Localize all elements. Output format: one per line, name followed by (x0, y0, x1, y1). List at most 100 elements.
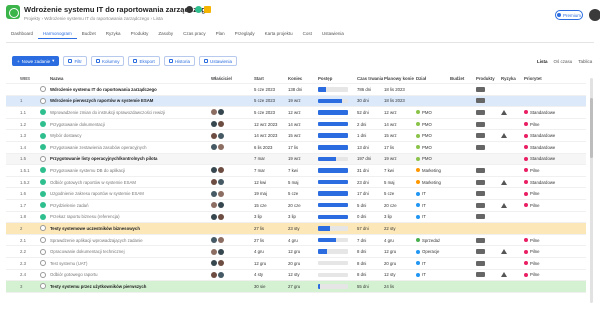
owner-avatars[interactable] (211, 258, 253, 269)
status-icon[interactable] (40, 177, 48, 188)
table-row[interactable]: 1.7 Przydzielenie zadań 15 cze 20 cze 5 dni 2… (6, 200, 586, 212)
tab-9[interactable]: Karta projektu (260, 31, 298, 39)
task-name[interactable]: Test systemu (UAT) (50, 258, 208, 269)
col-risks[interactable]: Ryzyka (501, 74, 521, 83)
status-icon[interactable] (40, 223, 48, 234)
owner-avatars[interactable] (211, 130, 253, 141)
new-task-button[interactable]: + Nowe zadanie ▾ (12, 56, 60, 66)
task-name[interactable]: Uzgodnienie zakresu raportów w systemie … (50, 188, 208, 199)
owner-avatars[interactable] (211, 107, 253, 118)
table-row[interactable]: 1.2 Przygotowanie dokumentacji 12 wrz 2023… (6, 119, 586, 131)
premium-button[interactable]: Premium (555, 10, 583, 20)
tab-6[interactable]: Czas pracy (178, 31, 211, 39)
col-progress[interactable]: Postęp (318, 74, 356, 83)
export-button[interactable]: Eksport (128, 56, 160, 66)
owner-avatars[interactable] (211, 270, 253, 281)
task-name[interactable]: Opracowanie dokumentacji technicznej (50, 246, 208, 257)
status-icon[interactable] (40, 235, 48, 246)
tab-3[interactable]: Ryzyka (101, 31, 126, 39)
task-name[interactable]: Wprowadzenie zmian do instrukcji sprawoz… (50, 107, 208, 118)
task-name[interactable]: Przekaz raportu biznesu (referencja) (50, 212, 208, 223)
owner-avatars[interactable] (211, 142, 253, 153)
history-button[interactable]: Historia (163, 56, 195, 66)
task-name[interactable]: Przygotowanie zestawienia zasobów operac… (50, 142, 208, 153)
status-icon[interactable] (40, 281, 48, 292)
col-wbs[interactable]: WBS (20, 74, 40, 83)
table-row[interactable]: 1.4 Przygotowanie zestawienia zasobów ope… (6, 142, 586, 154)
status-icon[interactable] (40, 165, 48, 176)
col-owner[interactable]: Właściciel (211, 74, 253, 83)
tab-10[interactable]: Cost (298, 31, 317, 39)
view-timeline-tab[interactable]: Oś czasu (554, 59, 573, 64)
status-icon[interactable] (40, 200, 48, 211)
owner-avatars[interactable] (211, 177, 253, 188)
owner-avatars[interactable] (211, 165, 253, 176)
star-icon[interactable] (204, 6, 211, 13)
table-row[interactable]: 1.3 Wybór dostawcy 14 wrz 2023 15 wrz 1 dni 1… (6, 130, 586, 142)
status-icon[interactable] (40, 188, 48, 199)
tab-7[interactable]: Plan (211, 31, 230, 39)
table-row[interactable]: 1.5.1 Przygotowanie systemu DB do aplikac… (6, 165, 586, 177)
user-avatar[interactable] (589, 9, 600, 21)
tab-1[interactable]: Harmonogram (38, 31, 77, 39)
columns-button[interactable]: Kolumny (90, 56, 125, 66)
table-row[interactable]: 1.6 Uzgodnienie zakresu raportów w system… (6, 188, 586, 200)
task-name[interactable]: Testy systemowe uczestników biznesowych (50, 223, 208, 234)
group-row[interactable]: 1.5 Przygotowanie listy operacyjnych/kont… (6, 153, 586, 166)
owner-avatars[interactable] (211, 200, 253, 211)
task-name[interactable]: Wdrożenie systemu IT do raportowania zar… (50, 84, 208, 95)
table-row[interactable]: 2.2 Opracowanie dokumentacji technicznej 4… (6, 246, 586, 258)
task-name[interactable]: Wybór dostawcy (50, 130, 208, 141)
col-priority[interactable]: Priorytet (524, 74, 572, 83)
status-icon[interactable] (40, 246, 48, 257)
table-row[interactable]: 1.8 Przekaz raportu biznesu (referencja) 3… (6, 212, 586, 224)
table-row[interactable]: 1.5.2 Odbiór gotowych raportów w systemie… (6, 177, 586, 189)
table-row[interactable]: 2.1 Sprawdzenie aplikacji wprowadzających… (6, 235, 586, 247)
status-icon[interactable] (40, 130, 48, 141)
info-icon[interactable] (186, 6, 193, 13)
task-name[interactable]: Przygotowanie systemu DB do aplikacji (50, 165, 208, 176)
task-name[interactable]: Odbiór gotowego raportu (50, 270, 208, 281)
task-name[interactable]: Sprawdzenie aplikacji wprowadzających za… (50, 235, 208, 246)
status-icon[interactable] (40, 84, 48, 95)
table-row[interactable]: 1.1 Wprowadzenie zmian do instrukcji spra… (6, 107, 586, 119)
col-department[interactable]: Dział (416, 74, 448, 83)
status-icon[interactable] (40, 154, 48, 165)
vertical-scrollbar[interactable] (590, 78, 593, 303)
col-end[interactable]: Koniec (288, 74, 316, 83)
col-name[interactable]: Nazwa (50, 74, 208, 83)
view-board-tab[interactable]: Tablica (578, 59, 592, 64)
status-icon[interactable] (40, 270, 48, 281)
settings-button[interactable]: Ustawienia (198, 56, 237, 66)
col-planned[interactable]: Planowy koniec (384, 74, 414, 83)
owner-avatars[interactable] (211, 212, 253, 223)
task-name[interactable]: Przygotowanie listy operacyjnych/kontrol… (50, 154, 208, 165)
task-name[interactable]: Przydzielenie zadań (50, 200, 208, 211)
tab-11[interactable]: Ustawienia (317, 31, 349, 39)
tab-8[interactable]: Przeglądy (230, 31, 260, 39)
group-row[interactable]: 2 Testy systemowe uczestników biznesowych… (6, 223, 586, 235)
status-icon[interactable] (40, 258, 48, 269)
group-row[interactable]: 1 Wdrożenie pierwszych raportów w systemi… (6, 95, 586, 108)
tab-0[interactable]: Dashboard (6, 31, 38, 39)
task-name[interactable]: Odbiór gotowych raportów w systemie ESAM (50, 177, 208, 188)
status-icon[interactable] (40, 142, 48, 153)
tab-5[interactable]: Zasoby (153, 31, 178, 39)
owner-avatars[interactable] (211, 246, 253, 257)
project-row[interactable]: Wdrożenie systemu IT do raportowania zar… (6, 84, 586, 96)
status-icon[interactable] (40, 96, 48, 107)
filter-button[interactable]: Filtr (63, 56, 87, 66)
table-row[interactable]: 2.3 Test systemu (UAT) 12 gru 20 gru 8 dni 20… (6, 258, 586, 270)
task-name[interactable]: Testy systemu przez użytkowników pierwsz… (50, 281, 208, 292)
col-budget[interactable]: Budżet (450, 74, 474, 83)
owner-avatars[interactable] (211, 119, 253, 130)
status-icon[interactable] (40, 107, 48, 118)
col-time[interactable]: Czas trwania (357, 74, 383, 83)
task-name[interactable]: Wdrożenie pierwszych raportów w systemie… (50, 96, 208, 107)
col-products[interactable]: Produkty (476, 74, 498, 83)
group-row[interactable]: 3 Testy systemu przez użytkowników pierws… (6, 281, 586, 293)
owner-avatars[interactable] (211, 235, 253, 246)
tab-2[interactable]: Budżet (77, 31, 101, 39)
table-row[interactable]: 2.4 Odbiór gotowego raportu 4 sty 12 sty 8 d… (6, 270, 586, 282)
status-icon[interactable] (40, 119, 48, 130)
